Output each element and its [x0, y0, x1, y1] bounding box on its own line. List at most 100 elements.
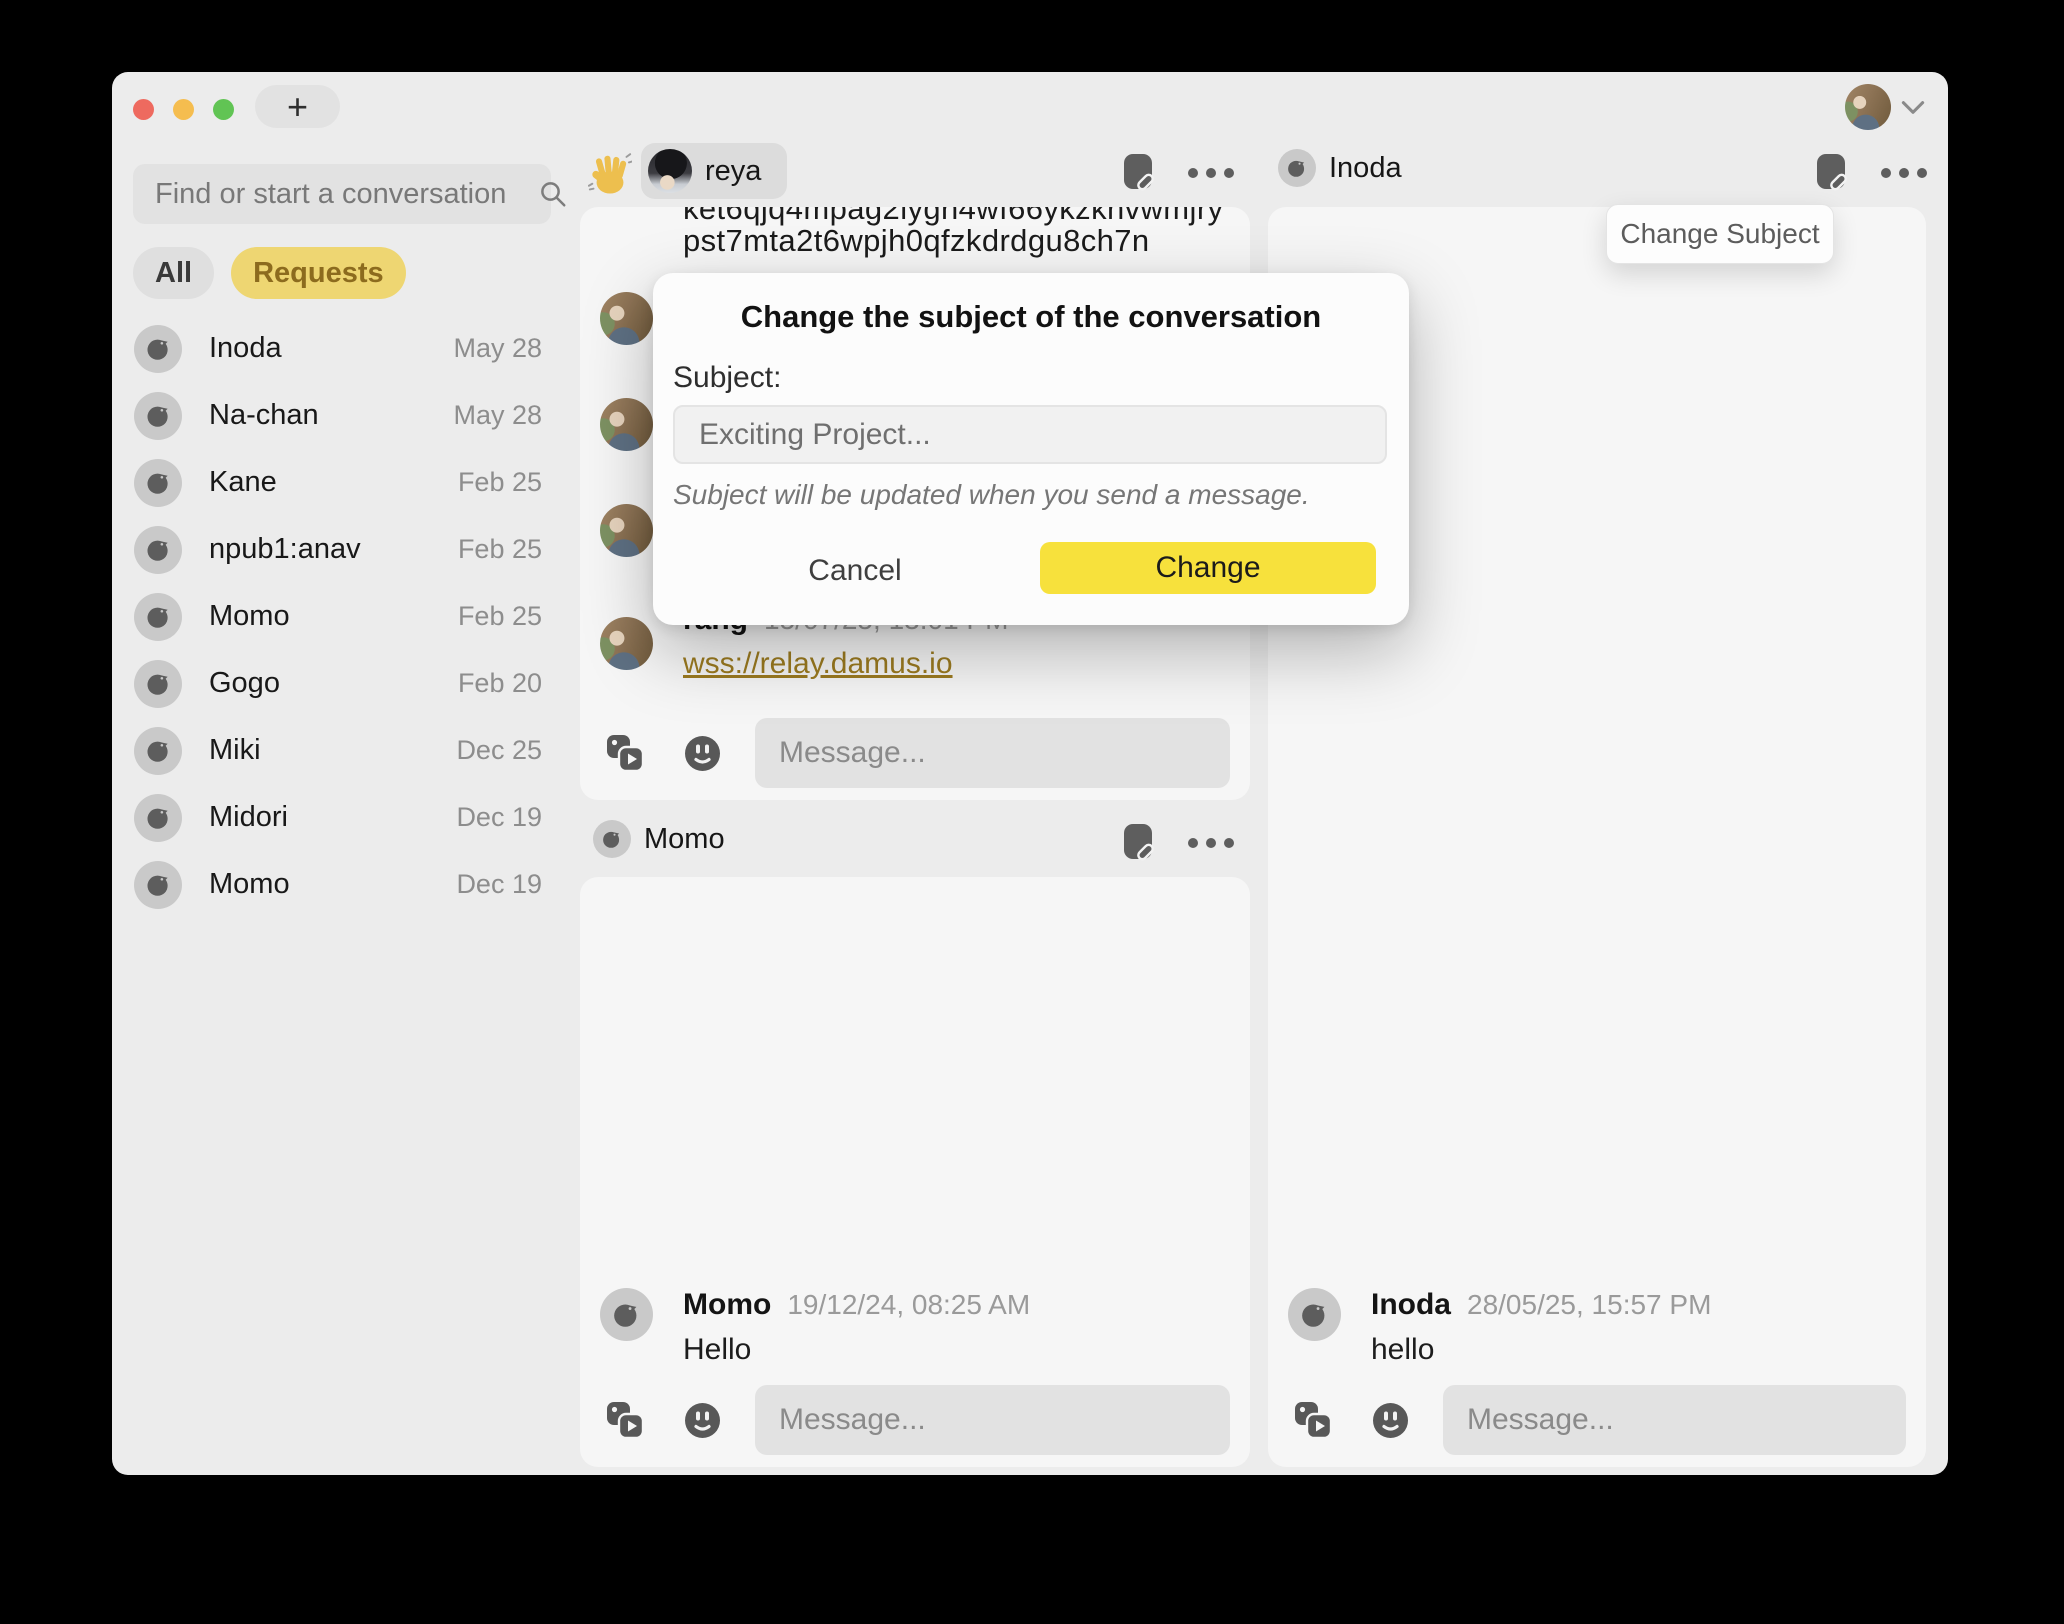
message: Inoda 28/05/25, 15:57 PM hello [1288, 1288, 1711, 1367]
message-timestamp: 19/12/24, 08:25 AM [787, 1289, 1030, 1321]
conversation-filter-tabs: All Requests [133, 247, 406, 299]
attach-media-icon[interactable] [606, 1401, 644, 1439]
conversation-name: Momo [209, 600, 458, 633]
conversation-list-item[interactable]: npub1:anav Feb 25 [112, 516, 570, 583]
conversation-date: Dec 25 [456, 735, 542, 766]
conversation-list-item[interactable]: Momo Feb 25 [112, 583, 570, 650]
message-input[interactable] [755, 1385, 1230, 1455]
more-menu-icon[interactable] [1880, 167, 1928, 179]
conversation-date: Feb 25 [458, 601, 542, 632]
change-subject-tooltip: Change Subject [1606, 204, 1834, 264]
message-meta: Inoda 28/05/25, 15:57 PM [1371, 1288, 1711, 1322]
conversation-list-item[interactable]: Gogo Feb 20 [112, 650, 570, 717]
chat-panel-momo: Momo 19/12/24, 08:25 AM Hello [580, 877, 1250, 1467]
peer-name: Momo [644, 823, 725, 856]
peer-name: Inoda [1329, 152, 1402, 185]
avatar [134, 325, 182, 373]
change-button[interactable]: Change [1040, 542, 1376, 594]
conversation-list-item[interactable]: Midori Dec 19 [112, 784, 570, 851]
avatar [1278, 149, 1316, 187]
npub-text: pst7mta2t6wpjh0qfzkdrdgu8ch7n [683, 223, 1150, 259]
message-avatar[interactable] [600, 398, 653, 451]
cancel-button[interactable]: Cancel [765, 545, 945, 597]
search-input[interactable] [133, 178, 538, 211]
message-avatar[interactable] [600, 504, 653, 557]
conversation-name: Midori [209, 801, 456, 834]
conversation-name: Na-chan [209, 399, 453, 432]
avatar [593, 820, 631, 858]
message-author: Momo [683, 1288, 771, 1322]
conversation-list-item[interactable]: Miki Dec 25 [112, 717, 570, 784]
relay-link[interactable]: wss://relay.damus.io [683, 647, 953, 681]
change-subject-dialog: Change the subject of the conversation S… [653, 273, 1409, 625]
sidebar: All Requests Inoda May 28 Na-chan May 28 [112, 72, 570, 1475]
conversation-list-item[interactable]: Inoda May 28 [112, 315, 570, 382]
attach-media-icon[interactable] [1294, 1401, 1332, 1439]
composer-reya [606, 718, 1230, 788]
attach-media-icon[interactable] [606, 734, 644, 772]
conversation-date: Dec 19 [456, 802, 542, 833]
avatar [134, 727, 182, 775]
message-avatar[interactable] [600, 1288, 653, 1341]
message-text: hello [1371, 1333, 1711, 1367]
conversation-date: Feb 25 [458, 534, 542, 565]
message-input[interactable] [755, 718, 1230, 788]
message-timestamp: 28/05/25, 15:57 PM [1467, 1289, 1711, 1321]
message-avatar[interactable] [600, 617, 653, 670]
composer-inoda [1294, 1385, 1906, 1455]
peer-name: reya [705, 155, 761, 188]
peer-chip-reya[interactable]: reya [641, 143, 787, 199]
change-subject-note-icon[interactable] [1120, 822, 1157, 864]
emoji-picker-icon[interactable] [684, 735, 721, 772]
avatar [648, 149, 692, 193]
message-author: Inoda [1371, 1288, 1451, 1322]
more-menu-icon[interactable] [1187, 837, 1235, 849]
conversation-list-item[interactable]: Na-chan May 28 [112, 382, 570, 449]
conversation-name: npub1:anav [209, 533, 458, 566]
avatar [134, 526, 182, 574]
peer-header-inoda[interactable]: Inoda [1278, 149, 1402, 187]
change-subject-note-icon[interactable] [1813, 152, 1850, 194]
message: Momo 19/12/24, 08:25 AM Hello [600, 1288, 1030, 1367]
conversation-name: Momo [209, 868, 456, 901]
emoji-picker-icon[interactable] [1372, 1402, 1409, 1439]
composer-momo [606, 1385, 1230, 1455]
conversation-name: Kane [209, 466, 458, 499]
message-meta: Momo 19/12/24, 08:25 AM [683, 1288, 1030, 1322]
waving-hand-icon [588, 152, 632, 196]
change-subject-note-icon[interactable] [1120, 152, 1157, 194]
message-input[interactable] [1443, 1385, 1906, 1455]
peer-header-momo[interactable]: Momo [593, 820, 725, 858]
conversation-date: May 28 [453, 333, 542, 364]
conversation-name: Gogo [209, 667, 458, 700]
conversation-date: Feb 25 [458, 467, 542, 498]
conversation-list-item[interactable]: Kane Feb 25 [112, 449, 570, 516]
message-avatar[interactable] [1288, 1288, 1341, 1341]
more-menu-icon[interactable] [1187, 167, 1235, 179]
message-text: Hello [683, 1333, 1030, 1367]
conversation-name: Inoda [209, 332, 453, 365]
subject-label: Subject: [673, 361, 781, 395]
conversation-name: Miki [209, 734, 456, 767]
conversation-list: Inoda May 28 Na-chan May 28 Kane Feb 25 [112, 315, 570, 918]
emoji-picker-icon[interactable] [684, 1402, 721, 1439]
avatar [134, 392, 182, 440]
conversation-date: May 28 [453, 400, 542, 431]
avatar [134, 861, 182, 909]
search-icon [538, 179, 568, 209]
tab-all[interactable]: All [133, 247, 214, 299]
conversation-date: Dec 19 [456, 869, 542, 900]
avatar [134, 794, 182, 842]
subject-helper-text: Subject will be updated when you send a … [673, 479, 1310, 511]
app-window: + All Requests Inoda May 28 [112, 72, 1948, 1475]
avatar [134, 459, 182, 507]
avatar [134, 593, 182, 641]
conversation-list-item[interactable]: Momo Dec 19 [112, 851, 570, 918]
subject-input[interactable] [673, 405, 1387, 464]
dialog-title: Change the subject of the conversation [653, 299, 1409, 335]
avatar [134, 660, 182, 708]
message-avatar[interactable] [600, 292, 653, 345]
search-field[interactable] [133, 164, 551, 224]
conversation-date: Feb 20 [458, 668, 542, 699]
tab-requests[interactable]: Requests [231, 247, 406, 299]
